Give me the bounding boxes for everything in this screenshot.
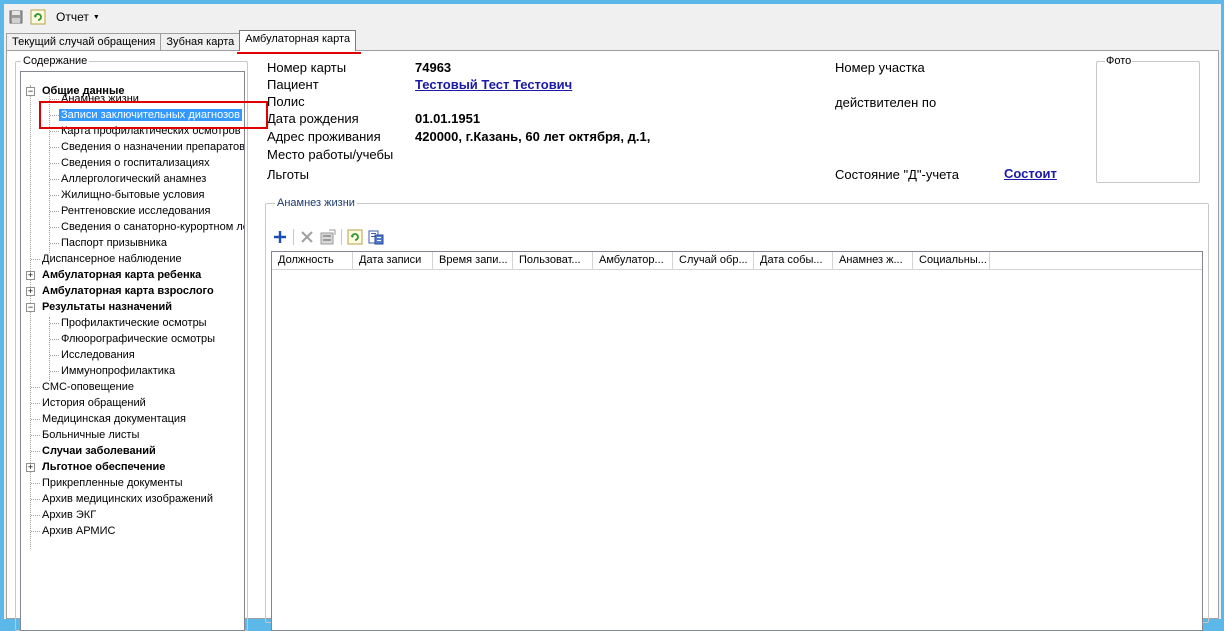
- tab-strip: Текущий случай обращения Зубная карта Ам…: [6, 30, 357, 51]
- refresh-icon[interactable]: [30, 9, 46, 25]
- tree-item-prescriptions[interactable]: Сведения о назначении препаратов,: [61, 139, 244, 155]
- tree-item-research[interactable]: Исследования: [61, 347, 135, 363]
- photo-box: Фото: [1096, 55, 1200, 183]
- tree-item-image-archive[interactable]: Архив медицинских изображений: [42, 491, 213, 507]
- tree-item-ecg-archive[interactable]: Архив ЭКГ: [42, 507, 96, 523]
- tree-item-visit-history[interactable]: История обращений: [42, 395, 146, 411]
- card-number-label: Номер карты: [267, 60, 347, 75]
- tree-item-sms[interactable]: СМС-оповещение: [42, 379, 134, 395]
- tree-item-attached-docs[interactable]: Прикрепленные документы: [42, 475, 183, 491]
- annotation-highlight-box: [39, 101, 268, 129]
- column-header[interactable]: Пользоват...: [513, 252, 593, 269]
- tree-item-hospitalizations[interactable]: Сведения о госпитализациях: [61, 155, 210, 171]
- column-header[interactable]: Амбулатор...: [593, 252, 673, 269]
- anamnesis-toolbar: [272, 227, 384, 247]
- contents-group: Содержание − Общие данные Анамнез жизни …: [15, 55, 248, 631]
- tree-item-immunization[interactable]: Иммунопрофилактика: [61, 363, 175, 379]
- tree-item-armis-archive[interactable]: Архив АРМИС: [42, 523, 115, 539]
- policy-label: Полис: [267, 94, 305, 109]
- expand-icon[interactable]: +: [26, 287, 35, 296]
- tree-item-disease-cases[interactable]: Случаи заболеваний: [42, 443, 156, 459]
- column-header[interactable]: Дата собы...: [754, 252, 833, 269]
- patient-label: Пациент: [267, 77, 319, 92]
- tree-item-prescription-results[interactable]: Результаты назначений: [42, 299, 172, 315]
- export-icon[interactable]: [368, 229, 384, 245]
- address-value: 420000, г.Казань, 60 лет октября, д.1,: [415, 129, 651, 144]
- column-header[interactable]: Должность: [272, 252, 353, 269]
- d-status-label: Состояние "Д"-учета: [835, 167, 959, 182]
- contents-title: Содержание: [21, 55, 90, 67]
- tree-item-sanatorium[interactable]: Сведения о санаторно-курортном леч: [61, 219, 244, 235]
- tree-item-living-conditions[interactable]: Жилищно-бытовые условия: [61, 187, 204, 203]
- report-label: Отчет: [56, 10, 89, 24]
- main-toolbar: Отчет ▼: [4, 4, 1221, 30]
- tree-item-benefits[interactable]: Льготное обеспечение: [42, 459, 165, 475]
- birth-date-label: Дата рождения: [267, 111, 359, 126]
- photo-label: Фото: [1105, 55, 1133, 67]
- tab-annotation-underline: [237, 52, 361, 54]
- birth-date-value: 01.01.1951: [415, 111, 481, 126]
- patient-name-link[interactable]: Тестовый Тест Тестович: [415, 77, 572, 92]
- tab-current-case[interactable]: Текущий случай обращения: [6, 33, 162, 51]
- save-icon[interactable]: [8, 9, 24, 25]
- contents-tree[interactable]: − Общие данные Анамнез жизни Записи закл…: [20, 71, 245, 631]
- address-label: Адрес проживания: [267, 129, 381, 144]
- benefits-label: Льготы: [267, 167, 310, 182]
- collapse-icon[interactable]: −: [26, 303, 35, 312]
- column-header[interactable]: Дата записи: [353, 252, 433, 269]
- tree-item-sick-leave[interactable]: Больничные листы: [42, 427, 139, 443]
- column-header[interactable]: Случай обр...: [673, 252, 754, 269]
- outpatient-card-page: Содержание − Общие данные Анамнез жизни …: [6, 50, 1219, 631]
- add-icon[interactable]: [272, 229, 288, 245]
- valid-until-label: действителен по: [835, 95, 937, 110]
- tree-item-conscript-passport[interactable]: Паспорт призывника: [61, 235, 167, 251]
- tree-item-allergy[interactable]: Аллергологический анамнез: [61, 171, 206, 187]
- delete-icon[interactable]: [299, 229, 315, 245]
- grid-header: Должность Дата записи Время запи... Поль…: [272, 252, 1202, 270]
- life-anamnesis-title: Анамнез жизни: [275, 197, 357, 209]
- main-window: Отчет ▼ Текущий случай обращения Зубная …: [4, 4, 1221, 631]
- tree-item-child-card[interactable]: Амбулаторная карта ребенка: [42, 267, 201, 283]
- column-header[interactable]: Анамнез ж...: [833, 252, 913, 269]
- collapse-icon[interactable]: −: [26, 87, 35, 96]
- tab-dental-card[interactable]: Зубная карта: [160, 33, 241, 51]
- report-dropdown-button[interactable]: Отчет ▼: [56, 10, 100, 24]
- tree-item-adult-card[interactable]: Амбулаторная карта взрослого: [42, 283, 214, 299]
- card-number-value: 74963: [415, 60, 452, 75]
- life-anamnesis-grid[interactable]: Должность Дата записи Время запи... Поль…: [271, 251, 1203, 631]
- tree-item-xray[interactable]: Рентгеновские исследования: [61, 203, 211, 219]
- work-label: Место работы/учебы: [267, 147, 394, 162]
- column-header[interactable]: Время запи...: [433, 252, 513, 269]
- edit-icon[interactable]: [320, 229, 336, 245]
- tree-item-dispensary[interactable]: Диспансерное наблюдение: [42, 251, 182, 267]
- toolbar-separator: [293, 229, 294, 245]
- tree-item-fluorography[interactable]: Флюорографические осмотры: [61, 331, 215, 347]
- tab-outpatient-card[interactable]: Амбулаторная карта: [239, 30, 357, 51]
- tree-item-medical-docs[interactable]: Медицинская документация: [42, 411, 186, 427]
- d-status-link[interactable]: Состоит: [1004, 166, 1057, 181]
- toolbar-separator: [341, 229, 342, 245]
- expand-icon[interactable]: +: [26, 463, 35, 472]
- expand-icon[interactable]: +: [26, 271, 35, 280]
- column-header[interactable]: Социальны...: [913, 252, 990, 269]
- life-anamnesis-group: Анамнез жизни Должность Дата записи Врем…: [265, 197, 1209, 631]
- refresh-icon[interactable]: [347, 229, 363, 245]
- chevron-down-icon: ▼: [92, 13, 100, 21]
- tree-item-prophylactic-exams[interactable]: Профилактические осмотры: [61, 315, 207, 331]
- district-label: Номер участка: [835, 60, 925, 75]
